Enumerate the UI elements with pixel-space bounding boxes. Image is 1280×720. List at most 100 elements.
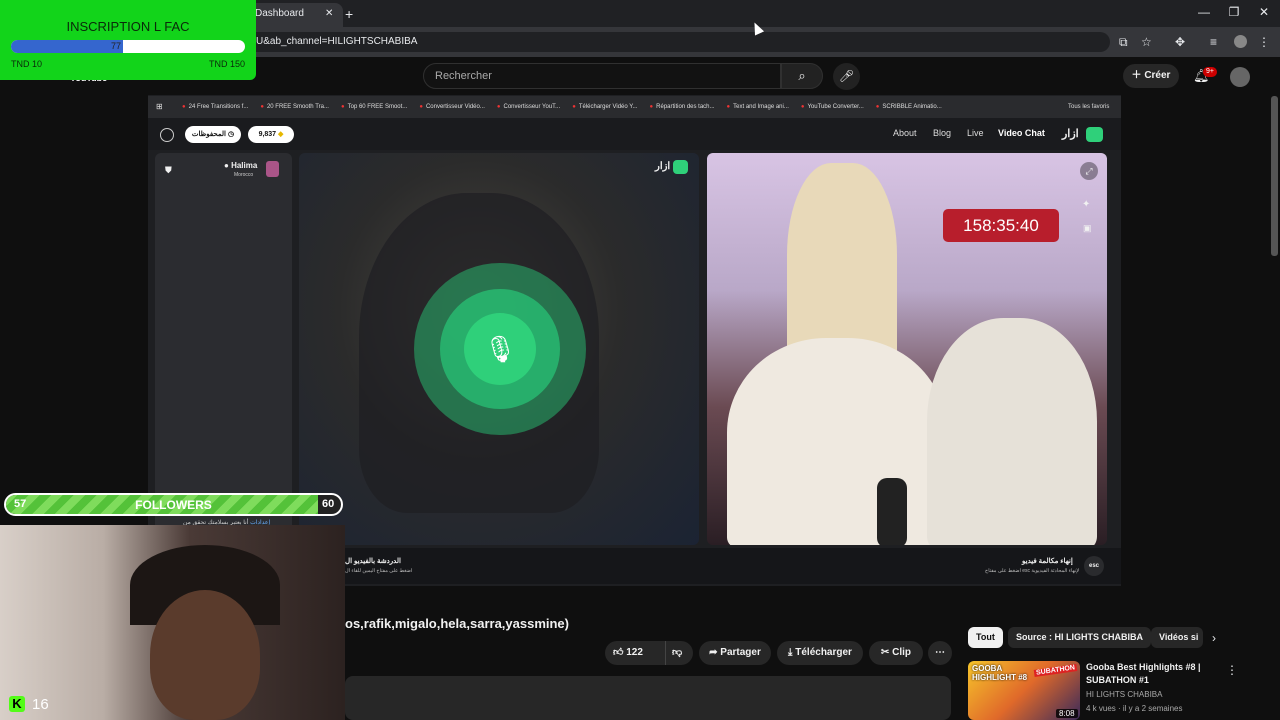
start-chat-caption[interactable]: الدردشة بالفيديو ال [345,557,401,565]
search-button[interactable]: ⌕ [781,63,823,89]
end-call-subcaption: اضغط على مفتاح esc لإنهاء المحادثة الفيد… [985,568,1080,574]
coins-badge[interactable]: 9,837 ◆ [248,126,294,143]
clip-button[interactable]: ✂ Clip [869,641,923,665]
bookmark-item[interactable]: Répartition des tach... [650,96,714,118]
nav-video-chat[interactable]: Video Chat [998,128,1045,138]
recommended-title[interactable]: Gooba Best Highlights #8 | SUBATHON #1 [1086,661,1226,687]
mic-icon: 🎤︎ [838,69,855,83]
profile-avatar[interactable] [1234,35,1247,48]
nav-blog[interactable]: Blog [933,128,951,138]
search-input[interactable]: Rechercher [423,63,781,89]
share-button[interactable]: ➦ Partager [699,641,771,665]
description-box[interactable] [345,676,951,720]
close-window-button[interactable]: ✕ [1254,5,1274,19]
nav-live[interactable]: Live [967,128,984,138]
download-icon: ⤓ [788,647,793,658]
chip-similar[interactable]: Vidéos si [1151,627,1203,648]
mic-icon[interactable]: 🎙︎ [464,313,536,385]
partner-name: ● Halima [224,161,258,170]
recommended-meta: 4 k vues · il y a 2 semaines [1086,704,1183,713]
sparkle-icon[interactable]: ✦ [1082,199,1090,210]
extensions-icon[interactable]: ✥ [1175,35,1185,49]
kick-viewer-count: 16 [32,696,49,713]
bookmark-item[interactable]: Text and Image ani... [727,96,789,118]
chip-all[interactable]: Tout [968,627,1003,648]
chip-source[interactable]: Source : HI LIGHTS CHABIBA [1008,627,1152,648]
like-count: 122 [626,647,643,658]
thumbnail-text-1: GOOBA HIGHLIGHT #8 [972,664,1028,682]
bookmark-item[interactable]: Convertisseur YouT... [497,96,560,118]
thumbs-down-icon: 👎︎ [672,647,683,658]
tab-close-icon[interactable]: ✕ [325,3,333,25]
video-brand-logo-icon [673,160,688,174]
coins-value: 9,837 [258,131,277,138]
recommended-channel[interactable]: HI LIGHTS CHABIBA [1086,690,1162,699]
person-right [927,318,1097,545]
video-title: os,rafik,migalo,hela,sarra,yassmine) [345,616,569,631]
bookmarks-bar: ⊞ 24 Free Transitions f... 20 FREE Smooth… [148,96,1121,118]
more-options-icon[interactable]: ⋮ [1226,663,1238,677]
bookmark-item[interactable]: SCRIBBLE Animatio... [876,96,941,118]
streamer-face [150,590,260,720]
share-label: Partager [720,647,761,658]
kick-logo-icon: K [9,696,25,712]
browser-tab[interactable]: Dashboard ✕ [245,3,343,27]
chat-panel [155,153,292,545]
cast-icon[interactable]: ⧉ [1119,35,1128,50]
end-call-caption[interactable]: إنهاء مكالمة فيديو [1022,557,1073,565]
all-favorites[interactable]: Tous les favoris [1068,96,1109,118]
partner-country: Morocco [234,172,254,178]
account-avatar[interactable] [1230,67,1250,87]
share-icon: ➦ [709,647,718,658]
chevron-right-icon[interactable]: › [1212,631,1216,645]
partner-name-text: Halima [231,161,258,170]
bookmark-item[interactable]: YouTube Converter... [801,96,863,118]
bookmark-item[interactable]: Télécharger Vidéo Y... [572,96,638,118]
shield-icon[interactable]: ⛊ [165,165,172,176]
dislike-button[interactable]: 👎︎ [665,641,682,665]
page-scrollbar[interactable] [1271,96,1278,256]
bookmark-item[interactable]: Convertisseur Vidéo... [419,96,485,118]
start-chat-subcaption: اضغط على مفتاح اليمين للقاء ال [345,568,413,574]
clock-icon: ◷ [227,131,235,138]
bookmark-item[interactable]: Top 60 FREE Smoot... [341,96,408,118]
followers-goal-bar: FOLLOWERS 57 60 [4,493,343,516]
thumbnail-text-2: SUBATHON [1033,664,1078,677]
fullscreen-icon[interactable]: ⤢ [1080,162,1098,180]
inscription-progress-fill [11,40,124,53]
new-tab-button[interactable]: + [345,6,353,22]
voice-search-button[interactable]: 🎤︎ [833,63,860,90]
more-actions-button[interactable]: ⋯ [928,641,952,665]
video-duration: 8:08 [1056,709,1078,718]
download-button[interactable]: ⤓ Télécharger [777,641,863,665]
bookmark-star-icon[interactable]: ☆ [1141,35,1152,49]
browser-menu-icon[interactable]: ⋮ [1258,35,1270,49]
esc-key[interactable]: esc [1084,556,1104,576]
restore-button[interactable]: ❐ [1224,5,1244,19]
create-button[interactable]: ＋ Créer [1123,64,1179,88]
reading-list-icon[interactable]: ≡ [1210,35,1217,49]
inscription-goal-widget: INSCRIPTION L FAC 77 TND 10 TND 150 [0,0,256,80]
nav-about[interactable]: About [893,128,917,138]
inscription-max: TND 150 [209,59,246,69]
subathon-timer: 158:35:40 [943,209,1059,242]
clip-label: Clip [892,647,912,658]
like-button[interactable]: 👍︎ 122 [613,641,643,665]
bookmark-item[interactable]: 24 Free Transitions f... [182,96,249,118]
notification-badge: 9+ [1203,67,1217,77]
inscription-title: INSCRIPTION L FAC [66,19,190,34]
apps-icon[interactable]: ⊞ [156,96,163,118]
bookmark-item[interactable]: 20 FREE Smooth Tra... [260,96,329,118]
site-brand[interactable]: ازار [1062,127,1079,140]
minimize-button[interactable]: — [1194,5,1214,19]
user-profile-icon[interactable] [160,128,174,142]
camera-icon[interactable]: ▣ [1083,223,1092,234]
scissors-icon: ✂ [880,647,890,658]
search-icon: ⌕ [798,68,806,83]
brand-logo-icon [1086,127,1103,142]
tab-title: Dashboard [255,8,304,19]
saved-button[interactable]: المحفوظات ◷ [185,126,241,143]
followers-current: 57 [14,498,27,510]
url-field[interactable]: U&ab_channel=HILIGHTSCHABIBA [240,32,1110,52]
followers-label: FOLLOWERS [135,498,212,512]
